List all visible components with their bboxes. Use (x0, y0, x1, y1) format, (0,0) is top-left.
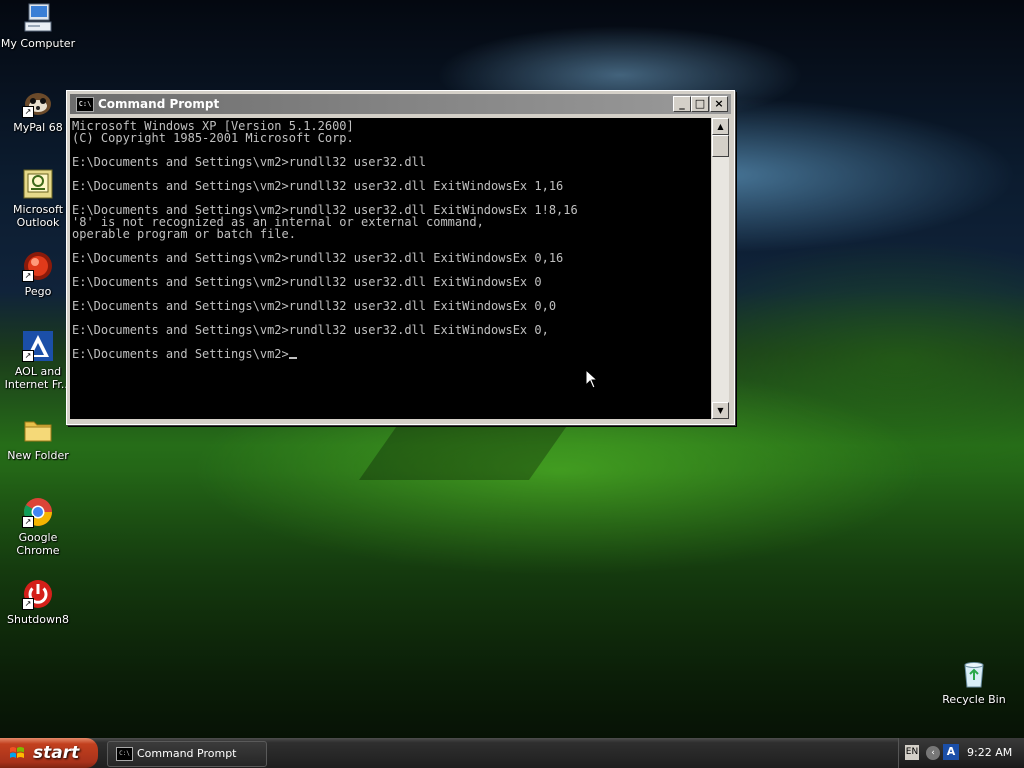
desktop-icon-aol[interactable]: ↗ AOL and Internet Fr... (0, 330, 76, 391)
console-output[interactable]: Microsoft Windows XP [Version 5.1.2600] … (70, 118, 711, 419)
desktop-icon-label: AOL and Internet Fr... (4, 365, 72, 391)
console-app-icon: C:\ (116, 747, 133, 761)
folder-icon (22, 414, 54, 446)
scrollbar-thumb[interactable] (712, 135, 729, 157)
desktop-icon-label: Recycle Bin (942, 693, 1006, 706)
outlook-icon (22, 168, 54, 200)
start-button[interactable]: start (0, 738, 98, 768)
console-line: E:\Documents and Settings\vm2>rundll32 u… (72, 323, 549, 337)
mypal-icon: ↗ (22, 86, 54, 118)
desktop-icon-my-computer[interactable]: My Computer (0, 2, 76, 50)
maximize-button[interactable]: □ (691, 96, 709, 112)
shortcut-arrow-icon: ↗ (22, 350, 34, 362)
console-prompt: E:\Documents and Settings\vm2> (72, 347, 289, 361)
language-indicator[interactable]: EN (905, 745, 919, 760)
shortcut-arrow-icon: ↗ (22, 270, 34, 282)
desktop-icon-shutdown8[interactable]: ↗ Shutdown8 (0, 578, 76, 626)
desktop-icon-outlook[interactable]: Microsoft Outlook (0, 168, 76, 229)
scroll-up-arrow-icon[interactable]: ▲ (712, 118, 729, 135)
aol-icon: ↗ (22, 330, 54, 362)
wallpaper-shadow (0, 470, 1024, 740)
vertical-scrollbar[interactable]: ▲ ▼ (712, 118, 729, 419)
desktop-icon-chrome[interactable]: ↗ Google Chrome (0, 496, 76, 557)
system-tray: EN ‹ A 9:22 AM (898, 738, 1024, 768)
recycle-bin-icon (958, 658, 990, 690)
pego-icon: ↗ (22, 250, 54, 282)
mouse-pointer-icon (585, 369, 597, 389)
desktop-icon-label: Microsoft Outlook (12, 203, 64, 229)
desktop-icon-new-folder[interactable]: New Folder (0, 414, 76, 462)
console-line: (C) Copyright 1985-2001 Microsoft Corp. (72, 131, 354, 145)
desktop-icon-label: New Folder (7, 449, 69, 462)
desktop-icon-label: Pego (24, 285, 52, 298)
console-line: E:\Documents and Settings\vm2>rundll32 u… (72, 299, 557, 313)
my-computer-icon (22, 2, 54, 34)
show-hidden-icons-icon[interactable]: ‹ (926, 746, 940, 760)
desktop-icon-label: MyPal 68 (13, 121, 63, 134)
shortcut-arrow-icon: ↗ (22, 598, 34, 610)
console-line: E:\Documents and Settings\vm2>rundll32 u… (72, 155, 427, 169)
console-line: E:\Documents and Settings\vm2>rundll32 u… (72, 275, 542, 289)
minimize-button[interactable]: _ (673, 96, 691, 112)
shortcut-arrow-icon: ↗ (22, 516, 34, 528)
console-line: E:\Documents and Settings\vm2>rundll32 u… (72, 179, 564, 193)
start-label: start (33, 743, 80, 763)
desktop-icon-label: My Computer (0, 37, 76, 50)
taskbar-button-label: Command Prompt (137, 747, 237, 760)
chrome-icon: ↗ (22, 496, 54, 528)
text-cursor (288, 357, 297, 359)
console-line: operable program or batch file. (72, 227, 296, 241)
window-title: Command Prompt (98, 97, 220, 111)
desktop-icon-label: Google Chrome (16, 531, 60, 557)
aol-tray-icon[interactable]: A (943, 744, 959, 760)
desktop-icon-pego[interactable]: ↗ Pego (0, 250, 76, 298)
scroll-down-arrow-icon[interactable]: ▼ (712, 402, 729, 419)
windows-logo-icon (10, 747, 24, 758)
desktop-icon-label: Shutdown8 (7, 613, 69, 626)
shortcut-arrow-icon: ↗ (22, 106, 34, 118)
window-titlebar[interactable]: C:\ Command Prompt _ □ × (70, 94, 731, 114)
taskbar: start C:\ Command Prompt EN ‹ A 9:22 AM (0, 738, 1024, 768)
clock[interactable]: 9:22 AM (967, 738, 1012, 768)
console-app-icon: C:\ (76, 97, 94, 112)
console-prompt-line[interactable]: E:\Documents and Settings\vm2> (72, 348, 711, 360)
command-prompt-window[interactable]: C:\ Command Prompt _ □ × Microsoft Windo… (66, 90, 735, 425)
console-line: E:\Documents and Settings\vm2>rundll32 u… (72, 251, 564, 265)
close-button[interactable]: × (710, 96, 728, 112)
desktop-icon-recycle-bin[interactable]: Recycle Bin (936, 658, 1012, 706)
power-icon: ↗ (22, 578, 54, 610)
desktop-icon-mypal[interactable]: ↗ MyPal 68 (0, 86, 76, 134)
taskbar-button-command-prompt[interactable]: C:\ Command Prompt (107, 741, 267, 767)
